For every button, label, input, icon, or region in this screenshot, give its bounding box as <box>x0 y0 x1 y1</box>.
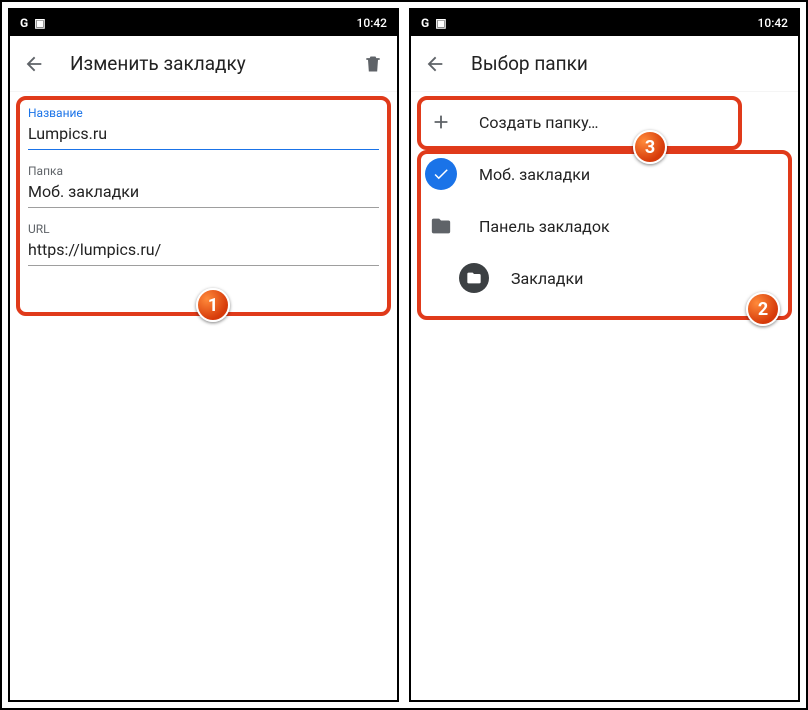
page-title: Выбор папки <box>471 52 786 75</box>
page-title: Изменить закладку <box>70 52 337 75</box>
folder-field[interactable]: Папка Моб. закладки <box>10 150 397 208</box>
status-bar: G ▣ 10:42 <box>411 10 798 36</box>
name-field[interactable]: Название Lumpics.ru <box>10 92 397 150</box>
status-time: 10:42 <box>758 16 788 30</box>
mobile-bookmarks-item[interactable]: Моб. закладки <box>411 148 798 200</box>
status-bar: G ▣ 10:42 <box>10 10 397 36</box>
create-folder-item[interactable]: Создать папку… <box>411 96 798 148</box>
url-value[interactable]: https://lumpics.ru/ <box>28 240 379 266</box>
phone-folder-select: G ▣ 10:42 Выбор папки Создать папку… <box>409 8 800 702</box>
back-button[interactable] <box>423 52 447 76</box>
bookmarks-bar-label: Панель закладок <box>479 217 610 236</box>
app-bar-right: Выбор папки <box>411 36 798 92</box>
back-button[interactable] <box>22 52 46 76</box>
bookmarks-label: Закладки <box>511 269 583 288</box>
status-time: 10:42 <box>357 16 387 30</box>
folder-icon <box>459 263 489 293</box>
delete-button[interactable] <box>361 52 385 76</box>
status-g-icon: G <box>421 16 429 30</box>
bookmarks-bar-item[interactable]: Панель закладок <box>411 200 798 252</box>
name-value[interactable]: Lumpics.ru <box>28 124 379 150</box>
status-box-icon: ▣ <box>435 16 446 30</box>
url-label: URL <box>28 222 379 236</box>
check-icon <box>425 158 457 190</box>
mobile-bookmarks-label: Моб. закладки <box>479 165 590 184</box>
bookmarks-item[interactable]: Закладки <box>411 252 798 304</box>
badge-1: 1 <box>196 288 230 322</box>
plus-icon <box>425 106 457 138</box>
folder-list: Создать папку… Моб. закладки Панель закл… <box>411 92 798 304</box>
name-label: Название <box>28 106 379 120</box>
phone-edit-bookmark: G ▣ 10:42 Изменить закладку Название Lum… <box>8 8 399 702</box>
url-field[interactable]: URL https://lumpics.ru/ <box>10 208 397 266</box>
status-g-icon: G <box>20 16 28 30</box>
folder-value[interactable]: Моб. закладки <box>28 182 379 208</box>
create-folder-label: Создать папку… <box>479 113 599 132</box>
folder-label: Папка <box>28 164 379 178</box>
app-bar-left: Изменить закладку <box>10 36 397 92</box>
folder-icon <box>425 210 457 242</box>
status-box-icon: ▣ <box>34 16 45 30</box>
